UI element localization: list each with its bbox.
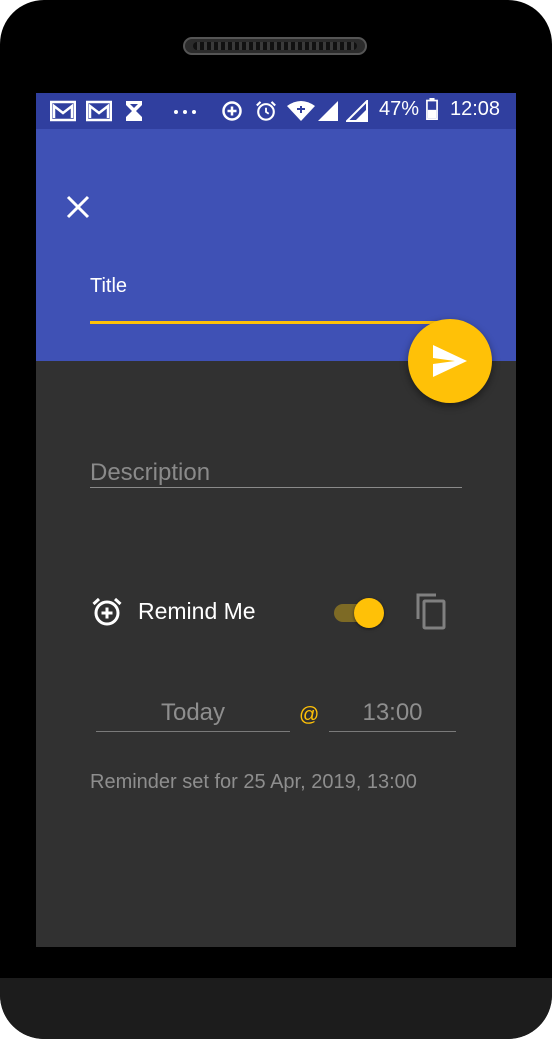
remind-me-label: Remind Me	[138, 598, 256, 624]
time-picker-field[interactable]: 13:00	[329, 695, 456, 732]
alarm-icon	[256, 101, 276, 121]
hourglass-icon	[126, 101, 142, 121]
signal-icon	[346, 100, 368, 122]
title-field-label: Title	[90, 275, 128, 297]
phone-frame: 47% 12:08 Title Description Remind Me To…	[0, 0, 552, 1039]
date-picker-field[interactable]: Today	[96, 695, 290, 732]
description-input[interactable]	[90, 457, 462, 489]
remind-me-toggle[interactable]	[334, 596, 388, 628]
phone-speaker	[183, 37, 367, 55]
copy-icon[interactable]	[414, 591, 450, 631]
battery-percent: 47%	[379, 98, 420, 120]
data-saver-icon	[222, 101, 242, 121]
status-time: 12:08	[450, 98, 501, 120]
phone-bottom-bezel	[0, 978, 552, 1039]
signal-icon	[318, 101, 338, 121]
battery-icon	[426, 98, 438, 120]
close-icon[interactable]	[64, 193, 92, 221]
reminder-summary: Reminder set for 25 Apr, 2019, 13:00	[90, 771, 417, 793]
send-icon	[433, 345, 467, 377]
gmail-icon	[50, 100, 76, 122]
at-separator: @	[299, 704, 320, 726]
alarm-add-icon	[92, 597, 122, 626]
app-screen: 47% 12:08 Title Description Remind Me To…	[36, 93, 516, 947]
more-dots-icon	[174, 110, 196, 114]
description-underline	[90, 487, 462, 488]
title-input-underline[interactable]	[90, 321, 446, 324]
wifi-icon	[287, 101, 315, 121]
toggle-thumb	[354, 598, 384, 628]
status-bar: 47% 12:08	[36, 93, 516, 129]
gmail-icon	[86, 100, 112, 122]
send-button[interactable]	[408, 319, 492, 403]
